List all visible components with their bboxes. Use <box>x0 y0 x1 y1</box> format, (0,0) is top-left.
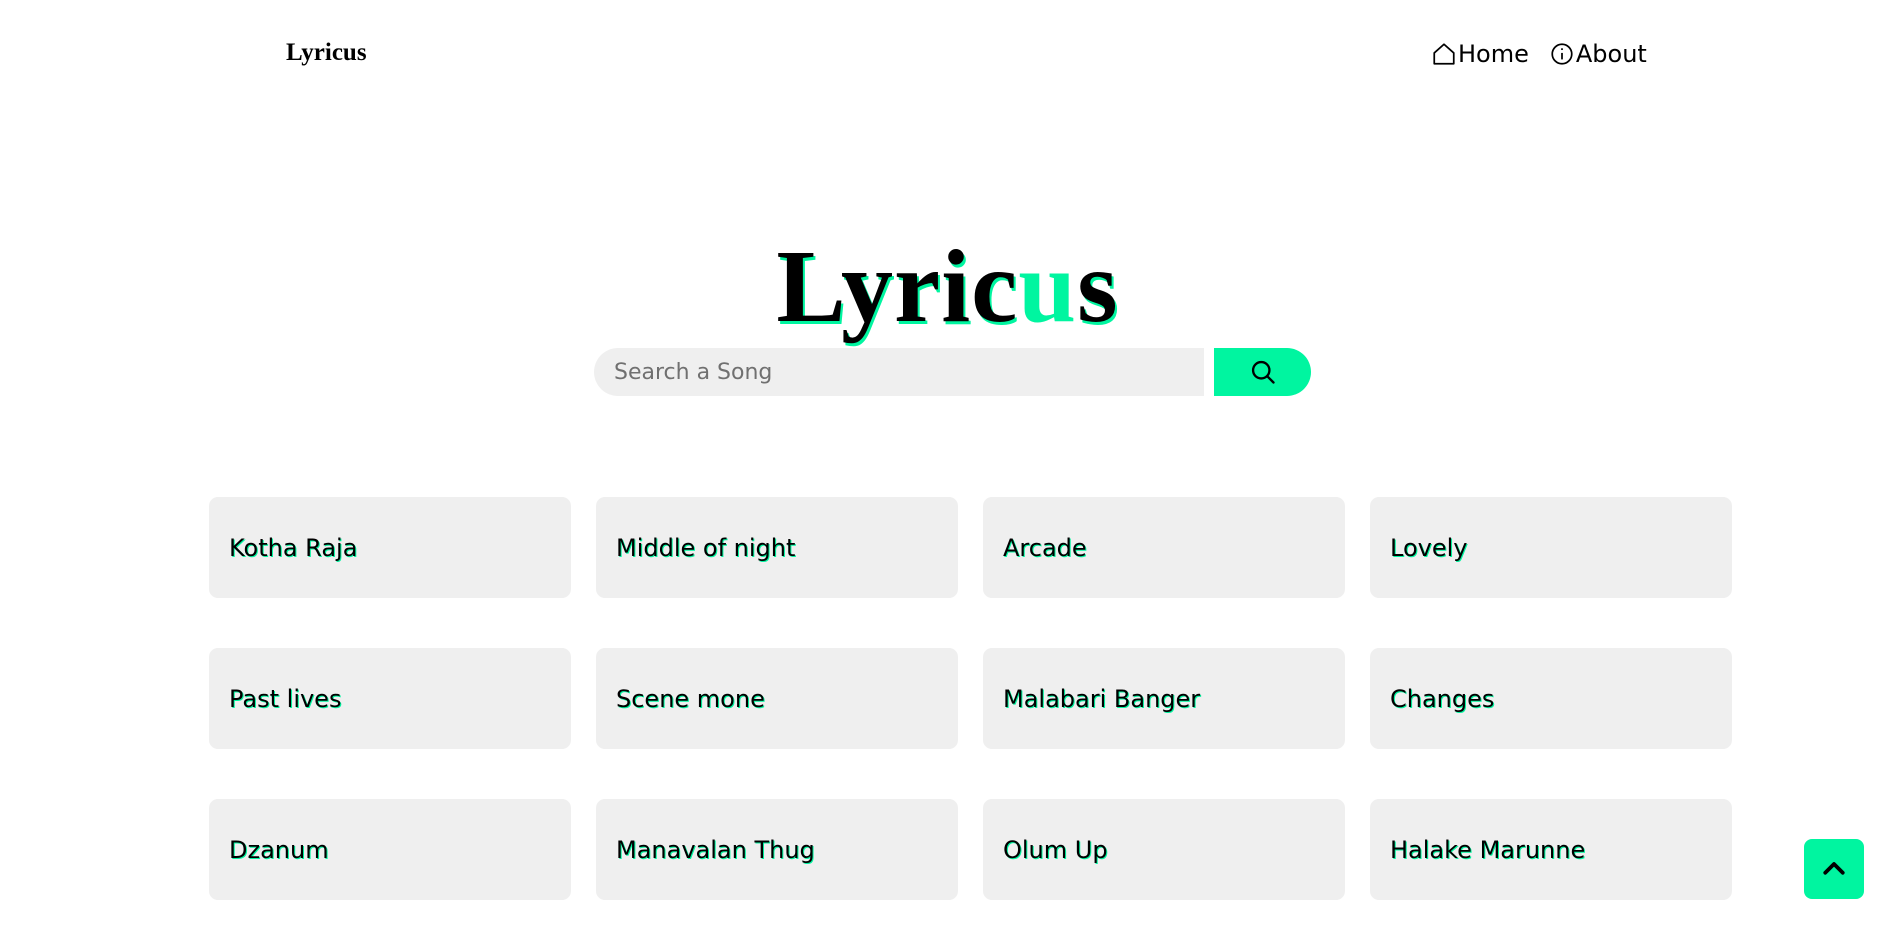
top-nav: Home About <box>1431 38 1647 70</box>
song-card[interactable]: Malabari Banger <box>983 648 1345 749</box>
search-input[interactable] <box>594 348 1204 396</box>
hero-title-accent: u <box>1018 229 1078 344</box>
song-card[interactable]: Middle of night <box>596 497 958 598</box>
song-card[interactable]: Halake Marunne <box>1370 799 1732 900</box>
chevron-up-icon <box>1823 862 1845 875</box>
song-card[interactable]: Olum Up <box>983 799 1345 900</box>
search-button[interactable] <box>1214 348 1311 396</box>
brand-logo[interactable]: Lyricus <box>286 38 367 68</box>
song-grid: Kotha Raja Middle of night Arcade Lovely… <box>209 497 1732 900</box>
song-card[interactable]: Changes <box>1370 648 1732 749</box>
song-card[interactable]: Dzanum <box>209 799 571 900</box>
search-icon <box>1251 360 1275 384</box>
song-card[interactable]: Kotha Raja <box>209 497 571 598</box>
song-card[interactable]: Manavalan Thug <box>596 799 958 900</box>
nav-home-label: Home <box>1458 40 1529 68</box>
hero-title-part2: s <box>1077 229 1119 344</box>
song-card[interactable]: Scene mone <box>596 648 958 749</box>
song-card[interactable]: Past lives <box>209 648 571 749</box>
nav-about-link[interactable]: About <box>1549 38 1647 70</box>
nav-about-label: About <box>1575 40 1647 68</box>
nav-home-link[interactable]: Home <box>1431 38 1529 70</box>
home-icon <box>1433 43 1455 65</box>
search-bar <box>594 348 1311 396</box>
info-icon <box>1551 43 1573 65</box>
song-card[interactable]: Lovely <box>1370 497 1732 598</box>
page: Lyricus Home About Lyricus Search a Song… <box>0 0 1895 941</box>
song-card[interactable]: Arcade <box>983 497 1345 598</box>
back-to-top-button[interactable] <box>1804 839 1864 899</box>
hero-title-part1: Lyric <box>776 229 1019 344</box>
hero-title: Lyricus <box>0 232 1895 342</box>
